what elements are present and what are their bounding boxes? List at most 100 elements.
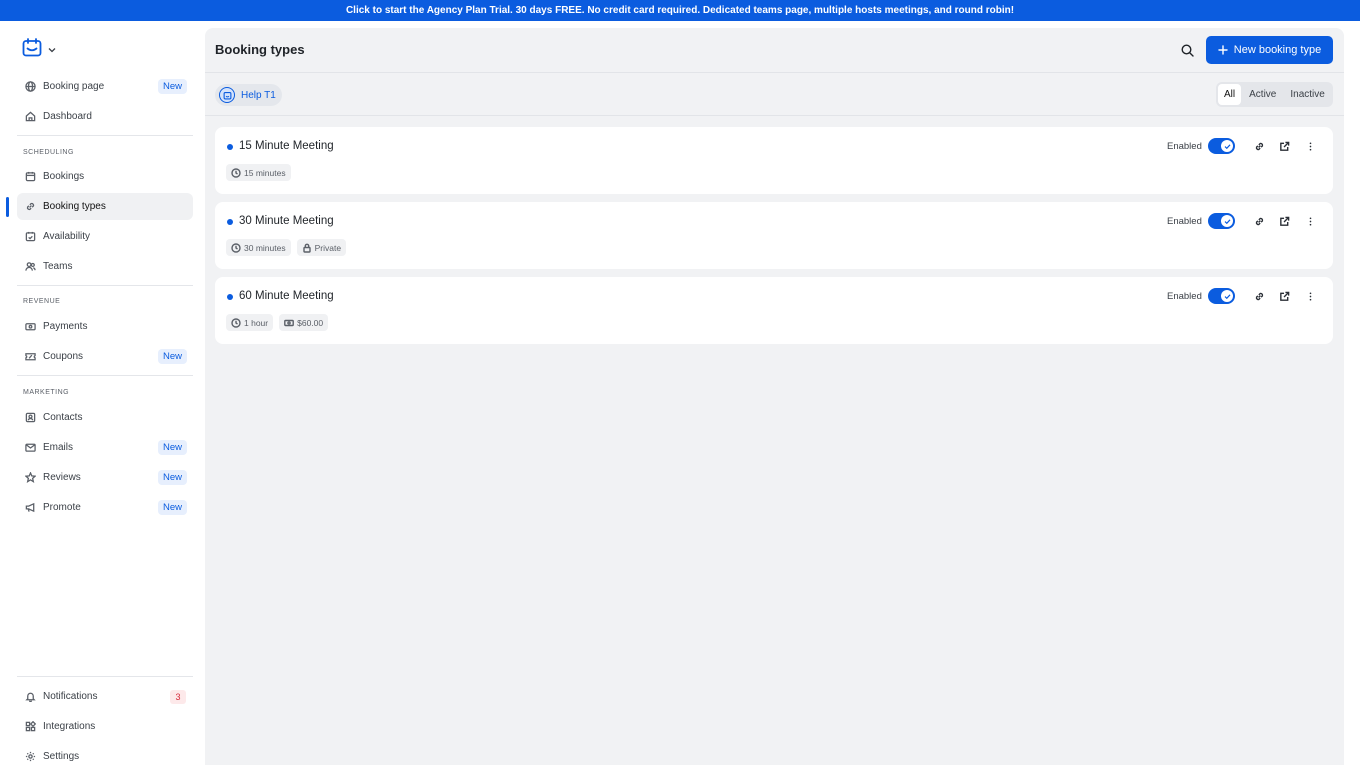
sidebar-item-label: Dashboard (43, 111, 92, 122)
sidebar-item-bookings[interactable]: Bookings (17, 163, 193, 190)
booking-type-name[interactable]: 60 Minute Meeting (239, 290, 334, 302)
sidebar-item-dashboard[interactable]: Dashboard (17, 103, 193, 130)
sidebar-item-settings[interactable]: Settings (17, 743, 193, 765)
sidebar-item-teams[interactable]: Teams (17, 253, 193, 280)
sidebar-item-label: Payments (43, 321, 88, 332)
active-indicator (6, 197, 9, 217)
link-icon (1255, 292, 1263, 300)
booking-type-name[interactable]: 30 Minute Meeting (239, 215, 334, 227)
sidebar-item-label: Promote (43, 502, 81, 513)
clock-icon (231, 167, 241, 178)
main-panel: Booking types New booking type Help T1 A… (205, 28, 1344, 765)
new-badge: New (157, 79, 187, 94)
sidebar-divider (17, 135, 193, 136)
private-text: Private (314, 242, 342, 253)
sidebar-item-booking-types[interactable]: Booking types (17, 193, 193, 220)
enabled-toggle[interactable] (1208, 138, 1235, 154)
app-logo-menu[interactable] (22, 38, 56, 62)
contact-icon (24, 412, 36, 424)
booking-type-card[interactable]: 15 Minute Meeting 15 minutes Enabled (215, 127, 1333, 194)
sidebar-item-emails[interactable]: Emails New (17, 434, 193, 461)
tab-inactive[interactable]: Inactive (1284, 84, 1330, 105)
duration-text: 15 minutes (244, 167, 286, 178)
enabled-label: Enabled (1167, 291, 1202, 302)
section-label-revenue: REVENUE (23, 298, 61, 305)
sidebar-item-coupons[interactable]: Coupons New (17, 343, 193, 370)
enabled-toggle[interactable] (1208, 213, 1235, 229)
search-button[interactable] (1178, 41, 1196, 59)
link-icon (24, 201, 36, 213)
external-link-icon (1279, 141, 1289, 151)
sidebar-item-label: Reviews (43, 472, 81, 483)
more-vertical-icon (1309, 291, 1311, 301)
link-icon (1255, 217, 1263, 225)
private-chip: Private (296, 239, 347, 256)
sidebar-item-label: Bookings (43, 171, 85, 182)
duration-text: 30 minutes (244, 242, 286, 253)
trial-banner[interactable]: Click to start the Agency Plan Trial. 30… (0, 0, 1360, 21)
duration-chip: 15 minutes (226, 164, 291, 181)
new-badge: New (157, 470, 187, 485)
tab-all[interactable]: All (1218, 84, 1242, 105)
money-icon (24, 321, 36, 333)
copy-link-button[interactable] (1252, 289, 1266, 303)
sidebar-item-payments[interactable]: Payments (17, 313, 193, 340)
gear-icon (24, 751, 36, 763)
sidebar-item-label: Emails (43, 442, 74, 453)
sidebar-item-integrations[interactable]: Integrations (17, 713, 193, 740)
sidebar-item-booking-page[interactable]: Booking page New (17, 73, 193, 100)
money-icon (284, 319, 295, 326)
more-vertical-icon (1309, 141, 1311, 151)
copy-link-button[interactable] (1252, 139, 1266, 153)
sidebar-item-label: Notifications (43, 691, 98, 702)
sidebar-divider (17, 676, 193, 677)
sidebar-item-promote[interactable]: Promote New (17, 494, 193, 521)
enabled-label: Enabled (1167, 141, 1202, 152)
search-icon (1180, 43, 1194, 57)
enabled-toggle[interactable] (1208, 288, 1235, 304)
calendar-icon (24, 171, 36, 183)
status-dot (227, 294, 233, 300)
booking-type-card[interactable]: 30 Minute Meeting 30 minutes Private Ena… (215, 202, 1333, 269)
sidebar-item-availability[interactable]: Availability (17, 223, 193, 250)
star-icon (24, 472, 36, 484)
sidebar-item-contacts[interactable]: Contacts (17, 404, 193, 431)
booking-type-card[interactable]: 60 Minute Meeting 1 hour $60.00 Enabled (215, 277, 1333, 344)
sidebar-item-label: Integrations (43, 721, 96, 732)
open-external-button[interactable] (1277, 214, 1291, 228)
check-icon (1224, 143, 1230, 149)
duration-chip: 1 hour (226, 314, 274, 331)
more-options-button[interactable] (1303, 289, 1317, 303)
megaphone-icon (24, 502, 36, 514)
calendar-check-icon (24, 231, 36, 243)
calendar-icon (223, 91, 231, 99)
status-dot (227, 144, 233, 150)
tab-active[interactable]: Active (1243, 84, 1282, 105)
calendar-logo-icon (22, 38, 42, 62)
price-text: $60.00 (297, 317, 324, 328)
check-icon (1224, 293, 1230, 299)
integrations-icon (24, 721, 36, 733)
copy-link-button[interactable] (1252, 214, 1266, 228)
new-badge: New (157, 440, 187, 455)
sidebar-item-notifications[interactable]: Notifications 3 (17, 683, 193, 710)
sidebar-item-reviews[interactable]: Reviews New (17, 464, 193, 491)
sidebar-item-label: Teams (43, 261, 73, 272)
link-icon (1255, 142, 1263, 150)
booking-type-name[interactable]: 15 Minute Meeting (239, 140, 334, 152)
chevron-down-icon (48, 41, 56, 59)
page-title: Booking types (215, 42, 305, 57)
open-external-button[interactable] (1277, 289, 1291, 303)
more-options-button[interactable] (1303, 139, 1317, 153)
team-selector[interactable]: Help T1 (215, 84, 282, 106)
new-badge: New (157, 500, 187, 515)
bell-icon (24, 691, 36, 703)
open-external-button[interactable] (1277, 139, 1291, 153)
new-booking-type-button[interactable]: New booking type (1206, 36, 1333, 64)
more-options-button[interactable] (1303, 214, 1317, 228)
notification-count-badge: 3 (170, 689, 186, 704)
sidebar-item-label: Availability (43, 231, 91, 242)
status-dot (227, 219, 233, 225)
sidebar-divider (17, 375, 193, 376)
sidebar-divider (17, 285, 193, 286)
